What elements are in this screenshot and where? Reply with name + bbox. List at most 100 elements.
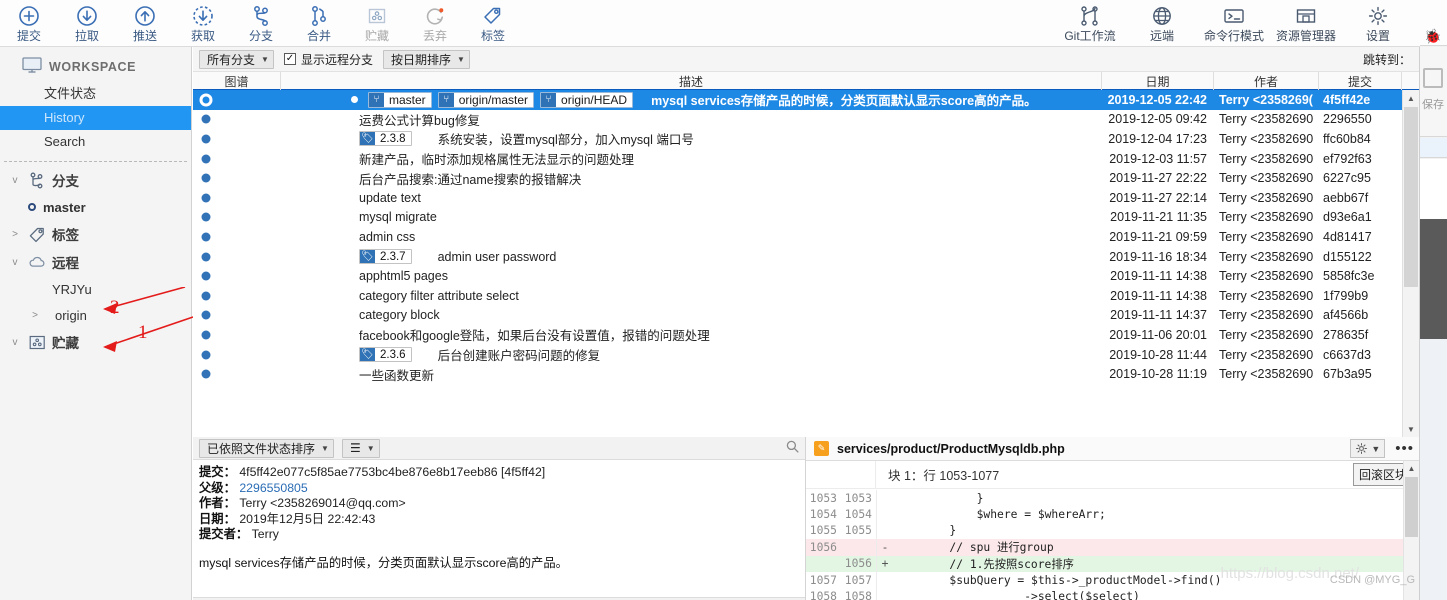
plus-circle-icon xyxy=(18,4,40,28)
toolbar-button-branch[interactable]: 分支 xyxy=(232,0,290,46)
toolbar-button-fetch[interactable]: 获取 xyxy=(174,0,232,46)
sidebar-branch-master[interactable]: master xyxy=(0,194,191,220)
branch-icon: ⑂ xyxy=(438,92,454,107)
diff-new-line-number: 1058 xyxy=(844,590,872,600)
chevron-down-icon[interactable]: v xyxy=(8,337,22,348)
diff-settings-button[interactable]: ▼ xyxy=(1350,439,1386,458)
sidebar-item-file-status[interactable]: 文件状态 xyxy=(0,82,191,106)
chevron-right-icon[interactable]: > xyxy=(8,229,22,240)
commit-graph-cell xyxy=(193,345,281,365)
toolbar-button-stash[interactable]: 贮藏 xyxy=(348,0,406,46)
search-icon[interactable] xyxy=(786,440,799,456)
table-row[interactable]: 后台产品搜索:通过name搜索的报错解决 2019-11-27 22:22 Terr… xyxy=(193,168,1402,188)
sidebar-section-stashes[interactable]: v 贮藏 xyxy=(0,328,191,356)
file-sort-dropdown[interactable]: 已依照文件状态排序 ▼ xyxy=(199,438,334,458)
table-row[interactable]: 新建产品，临时添加规格属性无法显示的问题处理 2019-12-03 11:57 Te… xyxy=(193,149,1402,169)
branch-filter-dropdown[interactable]: 所有分支 ▼ xyxy=(199,49,274,69)
table-row[interactable]: category filter attribute select 2019-11-… xyxy=(193,286,1402,306)
diff-old-line-number: 1054 xyxy=(809,508,837,522)
branch-icon xyxy=(28,172,46,189)
toolbar-button-pull[interactable]: 拉取 xyxy=(58,0,116,46)
diff-gutter-separator xyxy=(876,571,877,589)
toolbar-button-remote[interactable]: 远端 xyxy=(1126,0,1198,46)
toolbar-button-gitflow[interactable]: Git工作流 xyxy=(1054,0,1126,46)
branch-ref-chip[interactable]: ⑂ origin/master xyxy=(437,91,535,108)
table-row[interactable]: ⑂ master ⑂ origin/master ⑂ origin/HEAD mysql s… xyxy=(193,90,1402,110)
toolbar-button-push[interactable]: 推送 xyxy=(116,0,174,46)
scroll-up-arrow[interactable]: ▲ xyxy=(1403,90,1419,106)
column-header-description[interactable]: 描述 xyxy=(281,72,1102,90)
toolbar-right-group: Git工作流 远端 命令行模式 资源管理器 设置 xyxy=(1054,0,1420,46)
metadata-row-parent: 父级： 2296550805 xyxy=(199,481,805,497)
toolbar-button-terminal[interactable]: 命令行模式 xyxy=(1198,0,1270,46)
column-header-commit[interactable]: 提交 xyxy=(1319,72,1402,90)
metadata-key: 父级： xyxy=(199,480,236,495)
graph-node-icon xyxy=(201,271,211,281)
toolbar-button-commit[interactable]: 提交 xyxy=(0,0,58,46)
sidebar-item-search[interactable]: Search xyxy=(0,130,191,154)
diff-code-text: $subQuery = $this->_productModel->find() xyxy=(895,573,1222,587)
diff-scrollbar[interactable]: ▲ xyxy=(1403,461,1419,600)
sidebar-section-tags[interactable]: > 标签 xyxy=(0,220,191,248)
column-header-date[interactable]: 日期 xyxy=(1102,72,1214,90)
sidebar-remote-yrjyu[interactable]: YRJYu xyxy=(0,276,191,302)
tag-ref-chip[interactable]: 🏷 2.3.6 xyxy=(359,347,412,363)
scrollbar-thumb[interactable] xyxy=(1404,107,1418,287)
table-row[interactable]: facebook和google登陆，如果后台没有设置值，报错的问题处理 2019-… xyxy=(193,325,1402,345)
scroll-up-arrow[interactable]: ▲ xyxy=(1404,461,1419,476)
view-mode-dropdown[interactable]: ☰ ▼ xyxy=(341,438,380,458)
table-row[interactable]: 一些函数更新 2019-10-28 11:19 Terry <23582690 67b… xyxy=(193,364,1402,384)
chevron-down-icon[interactable]: v xyxy=(8,175,22,186)
commit-description-cell: 新建产品，临时添加规格属性无法显示的问题处理 xyxy=(281,149,1102,169)
commit-date-cell: 2019-11-27 22:14 xyxy=(1109,190,1207,205)
sidebar-section-branches[interactable]: v 分支 xyxy=(0,166,191,194)
table-row[interactable]: 🏷 2.3.8 系统安装，设置mysql部分，加入mysql 端口号 2019-12-… xyxy=(193,129,1402,149)
toolbar-button-explorer[interactable]: 资源管理器 xyxy=(1270,0,1342,46)
branch-ref-chip[interactable]: ⑂ master xyxy=(368,91,432,108)
sidebar-section-label: 贮藏 xyxy=(52,336,79,351)
tag-ref-chip[interactable]: 🏷 2.3.7 xyxy=(359,249,412,265)
chevron-down-icon[interactable]: v xyxy=(8,257,22,268)
diff-change-marker: - xyxy=(881,540,889,554)
table-row[interactable]: admin css 2019-11-21 09:59 Terry <23582690… xyxy=(193,227,1402,247)
checkbox-box[interactable]: ✓ xyxy=(283,53,296,65)
commit-detail-panel: 已依照文件状态排序 ▼ ☰ ▼ 提交： 4f5ff42e077c5f85ae77… xyxy=(193,437,806,600)
commit-metadata: 提交： 4f5ff42e077c5f85ae7753bc4be876e8b17e… xyxy=(193,460,805,597)
table-row[interactable]: update text 2019-11-27 22:14 Terry <235826… xyxy=(193,188,1402,208)
table-row[interactable]: mysql migrate 2019-11-21 11:35 Terry <2358… xyxy=(193,208,1402,228)
toolbar-left-group: 提交 拉取 推送 获取 分支 合并 贮藏 丢弃 标签 xyxy=(0,0,522,46)
chevron-right-icon[interactable]: > xyxy=(28,310,42,321)
sidebar-section-label: 分支 xyxy=(52,174,79,189)
background-window-sliver: 🐞 保存 xyxy=(1419,0,1447,600)
scroll-down-arrow[interactable]: ▼ xyxy=(1403,421,1419,437)
scrollbar-thumb[interactable] xyxy=(1405,477,1418,537)
diff-code-text: ->select($select) xyxy=(895,590,1140,600)
tag-ref-chip[interactable]: 🏷 2.3.8 xyxy=(359,131,412,147)
table-row[interactable]: apphtml5 pages 2019-11-11 14:38 Terry <235… xyxy=(193,266,1402,286)
table-row[interactable]: category block 2019-11-11 14:37 Terry <235… xyxy=(193,306,1402,326)
commit-hash-cell: ef792f63 xyxy=(1323,151,1372,166)
show-remote-branches-checkbox[interactable]: ✓ 显示远程分支 xyxy=(283,51,373,68)
sidebar-section-remotes[interactable]: v 远程 xyxy=(0,248,191,276)
table-row[interactable]: 运费公式计算bug修复 2019-12-05 09:42 Terry <235826… xyxy=(193,110,1402,130)
more-dots-icon[interactable]: ••• xyxy=(1395,441,1414,456)
table-row[interactable]: 🏷 2.3.6 后台创建账户密码问题的修复 2019-10-28 11:44 Terry… xyxy=(193,345,1402,365)
sidebar-item-history[interactable]: History xyxy=(0,106,191,130)
sidebar-remote-origin[interactable]: > origin xyxy=(0,302,191,328)
toolbar-button-discard[interactable]: 丢弃 xyxy=(406,0,464,46)
commit-message-text: 后台产品搜索:通过name搜索的报错解决 xyxy=(359,172,582,187)
toolbar-button-settings[interactable]: 设置 xyxy=(1342,0,1414,46)
column-header-author[interactable]: 作者 xyxy=(1214,72,1319,90)
commit-list-scrollbar[interactable]: ▲ ▼ xyxy=(1402,90,1419,437)
table-row[interactable]: 🏷 2.3.7 admin user password 2019-11-16 18:3… xyxy=(193,247,1402,267)
metadata-value: Terry xyxy=(251,527,279,541)
commit-graph-cell xyxy=(193,364,281,384)
toolbar-button-merge[interactable]: 合并 xyxy=(290,0,348,46)
toolbar-button-tag[interactable]: 标签 xyxy=(464,0,522,46)
list-view-icon: ☰ xyxy=(349,441,361,455)
bg-code-strip xyxy=(1420,219,1447,339)
metadata-value-link[interactable]: 2296550805 xyxy=(239,481,307,495)
branch-ref-chip[interactable]: ⑂ origin/HEAD xyxy=(540,91,634,108)
sort-order-dropdown[interactable]: 按日期排序 ▼ xyxy=(382,49,470,69)
column-header-graph[interactable]: 图谱 xyxy=(193,72,281,90)
